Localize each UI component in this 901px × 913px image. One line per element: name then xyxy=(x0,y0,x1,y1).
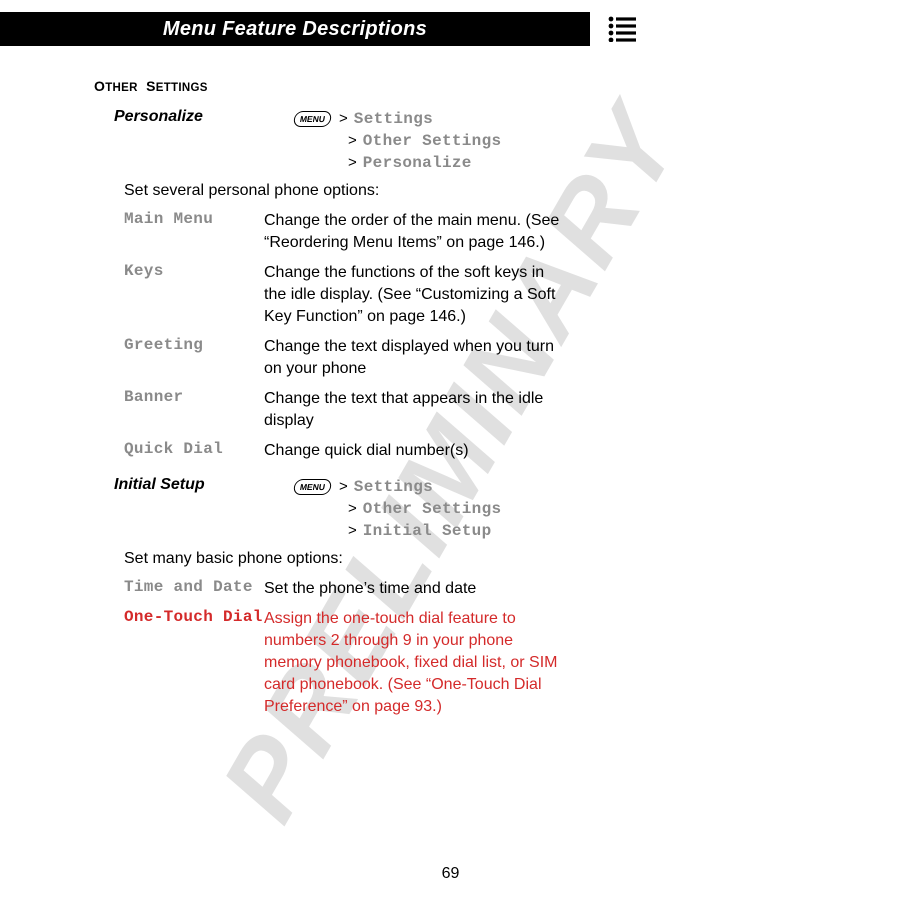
nav-line: > Other Settings xyxy=(294,130,901,152)
option-desc: Change the text displayed when you turn … xyxy=(264,336,564,380)
option-desc: Change quick dial number(s) xyxy=(264,440,564,462)
initial-setup-intro: Set many basic phone options: xyxy=(94,550,901,568)
gt-icon: > xyxy=(348,130,357,152)
option-desc: Set the phone’s time and date xyxy=(264,578,564,600)
option-name-greeting: Greeting xyxy=(124,336,264,380)
nav-other-settings: Other Settings xyxy=(363,130,502,152)
option-row: One-Touch Dial Assign the one-touch dial… xyxy=(94,608,901,718)
initial-setup-nav-path: MENU > Settings > Other Settings > Initi… xyxy=(294,476,901,542)
option-row: Greeting Change the text displayed when … xyxy=(94,336,901,380)
option-desc: Change the order of the main menu. (See … xyxy=(264,210,564,254)
menu-key-icon: MENU xyxy=(293,479,333,495)
option-desc: Change the text that appears in the idle… xyxy=(264,388,564,432)
header-bar: Menu Feature Descriptions xyxy=(0,12,901,46)
header-title: Menu Feature Descriptions xyxy=(0,12,590,46)
option-name-time-date: Time and Date xyxy=(124,578,264,600)
initial-setup-label: Initial Setup xyxy=(94,476,294,542)
nav-line: MENU > Settings xyxy=(294,108,901,130)
nav-other-settings: Other Settings xyxy=(363,498,502,520)
gt-icon: > xyxy=(339,476,348,498)
option-desc: Assign the one-touch dial feature to num… xyxy=(264,608,564,718)
personalize-nav-path: MENU > Settings > Other Settings > Perso… xyxy=(294,108,901,174)
option-row: Keys Change the functions of the soft ke… xyxy=(94,262,901,328)
subsection-personalize: Personalize MENU > Settings > Other Sett… xyxy=(94,108,901,174)
gt-icon: > xyxy=(348,520,357,542)
nav-line: > Other Settings xyxy=(294,498,901,520)
option-name-banner: Banner xyxy=(124,388,264,432)
nav-line: MENU > Settings xyxy=(294,476,901,498)
personalize-intro: Set several personal phone options: xyxy=(94,182,901,200)
option-desc: Change the functions of the soft keys in… xyxy=(264,262,564,328)
personalize-label: Personalize xyxy=(94,108,294,174)
option-name-one-touch-dial: One-Touch Dial xyxy=(124,608,264,718)
nav-line: > Personalize xyxy=(294,152,901,174)
option-name-keys: Keys xyxy=(124,262,264,328)
option-row: Main Menu Change the order of the main m… xyxy=(94,210,901,254)
menu-key-icon: MENU xyxy=(293,111,333,127)
nav-settings: Settings xyxy=(354,108,433,130)
subsection-initial-setup: Initial Setup MENU > Settings > Other Se… xyxy=(94,476,901,542)
nav-line: > Initial Setup xyxy=(294,520,901,542)
option-row: Banner Change the text that appears in t… xyxy=(94,388,901,432)
gt-icon: > xyxy=(348,152,357,174)
section-title-other-settings: OTHER SETTINGS xyxy=(94,78,901,94)
option-name-quick-dial: Quick Dial xyxy=(124,440,264,462)
option-row: Quick Dial Change quick dial number(s) xyxy=(94,440,901,462)
option-name-main-menu: Main Menu xyxy=(124,210,264,254)
nav-settings: Settings xyxy=(354,476,433,498)
list-icon xyxy=(608,12,638,46)
nav-personalize: Personalize xyxy=(363,152,472,174)
nav-initial-setup: Initial Setup xyxy=(363,520,492,542)
option-row: Time and Date Set the phone’s time and d… xyxy=(94,578,901,600)
gt-icon: > xyxy=(348,498,357,520)
gt-icon: > xyxy=(339,108,348,130)
page-number: 69 xyxy=(0,865,901,883)
page-content: OTHER SETTINGS Personalize MENU > Settin… xyxy=(0,46,901,718)
